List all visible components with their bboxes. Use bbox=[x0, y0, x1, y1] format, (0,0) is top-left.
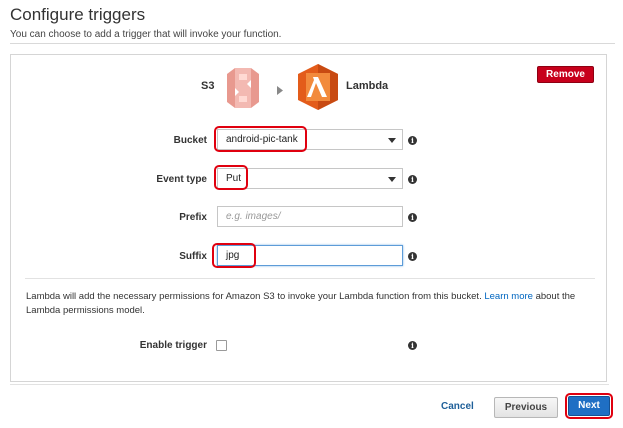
prefix-placeholder: e.g. images/ bbox=[226, 211, 281, 222]
info-icon[interactable]: i bbox=[408, 213, 417, 222]
previous-button[interactable]: Previous bbox=[494, 397, 558, 418]
form-divider bbox=[25, 278, 595, 279]
page-title: Configure triggers bbox=[10, 5, 146, 24]
next-highlight bbox=[565, 393, 613, 419]
chevron-down-icon bbox=[388, 138, 396, 143]
event-type-label: Event type bbox=[156, 174, 207, 185]
arrow-right-icon bbox=[277, 82, 283, 100]
chevron-down-icon bbox=[388, 177, 396, 182]
page-subtitle: You can choose to add a trigger that wil… bbox=[10, 29, 282, 40]
event-type-highlight bbox=[214, 165, 248, 190]
permissions-text: Lambda will add the necessary permission… bbox=[26, 291, 482, 302]
info-icon[interactable]: i bbox=[408, 341, 417, 350]
prefix-input[interactable]: e.g. images/ bbox=[217, 206, 403, 227]
info-icon[interactable]: i bbox=[408, 175, 417, 184]
learn-more-link[interactable]: Learn more bbox=[484, 291, 533, 302]
panel-bottom-divider bbox=[10, 384, 609, 385]
s3-bucket-icon bbox=[225, 66, 261, 115]
remove-button[interactable]: Remove bbox=[537, 66, 594, 83]
target-label: Lambda bbox=[346, 80, 389, 92]
cancel-button[interactable]: Cancel bbox=[441, 401, 474, 412]
prefix-label: Prefix bbox=[179, 212, 207, 223]
source-label: S3 bbox=[201, 80, 215, 92]
lambda-icon bbox=[298, 64, 338, 115]
suffix-highlight bbox=[212, 243, 256, 268]
suffix-label: Suffix bbox=[179, 251, 207, 262]
bucket-label: Bucket bbox=[173, 135, 207, 146]
info-icon[interactable]: i bbox=[408, 252, 417, 261]
enable-trigger-checkbox[interactable] bbox=[216, 340, 227, 351]
enable-trigger-label: Enable trigger bbox=[139, 340, 207, 351]
info-icon[interactable]: i bbox=[408, 136, 417, 145]
bucket-highlight bbox=[214, 126, 307, 152]
permissions-note: Lambda will add the necessary permission… bbox=[26, 290, 596, 318]
header-divider bbox=[10, 43, 615, 44]
